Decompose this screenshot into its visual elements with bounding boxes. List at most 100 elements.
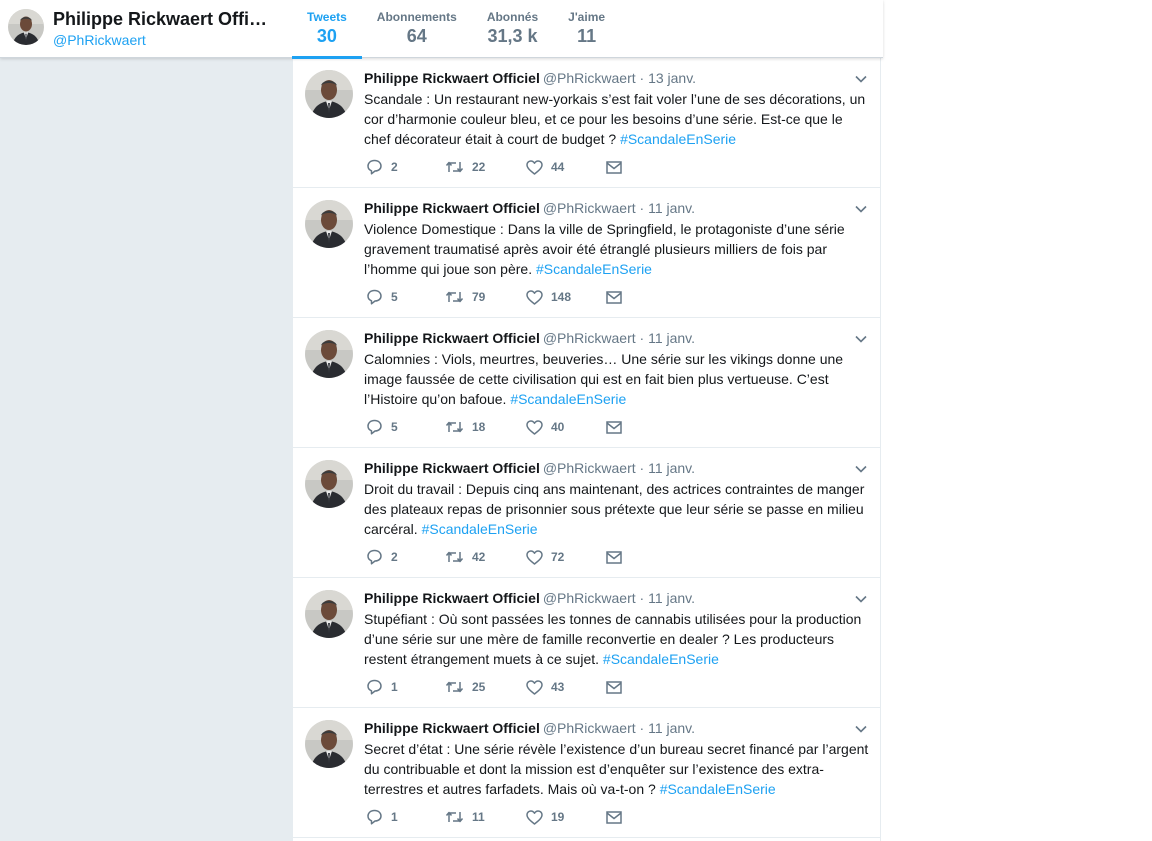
profile-summary[interactable]: Philippe Rickwaert Officiel @PhRickwaert xyxy=(8,9,268,49)
profile-header-bar: Philippe Rickwaert Officiel @PhRickwaert… xyxy=(0,0,883,59)
reply-count: 1 xyxy=(391,680,398,694)
like-count: 72 xyxy=(551,550,565,564)
like-button[interactable]: 72 xyxy=(526,549,606,565)
tweet-hashtag[interactable]: #ScandaleEnSerie xyxy=(603,651,719,667)
tweet-hashtag[interactable]: #ScandaleEnSerie xyxy=(620,131,736,147)
chevron-down-icon[interactable] xyxy=(854,462,868,476)
tweet-date[interactable]: 11 janv. xyxy=(648,460,695,476)
tweet-author-handle[interactable]: @PhRickwaert xyxy=(543,70,636,86)
tweet-author-handle[interactable]: @PhRickwaert xyxy=(543,720,636,736)
chevron-down-icon[interactable] xyxy=(854,72,868,86)
reply-button[interactable]: 2 xyxy=(366,159,445,175)
chevron-down-icon[interactable] xyxy=(854,332,868,346)
tweet[interactable]: Philippe Rickwaert Officiel @PhRickwaert … xyxy=(293,708,880,838)
tweet[interactable]: Philippe Rickwaert Officiel @PhRickwaert … xyxy=(293,188,880,318)
reply-button[interactable]: 5 xyxy=(366,419,445,435)
stat-following[interactable]: Abonnements 64 xyxy=(362,0,472,58)
stat-value: 64 xyxy=(406,26,427,46)
tweet-body: Secret d’état : Une série révèle l’exist… xyxy=(364,741,869,797)
stat-likes[interactable]: J'aime 11 xyxy=(553,0,620,58)
tweet-avatar[interactable] xyxy=(305,460,353,508)
like-button[interactable]: 19 xyxy=(526,809,606,825)
tweet-author-handle[interactable]: @PhRickwaert xyxy=(543,590,636,606)
tweet-text: Violence Domestique : Dans la ville de S… xyxy=(364,219,872,279)
like-button[interactable]: 43 xyxy=(526,679,606,695)
tweet-date[interactable]: 11 janv. xyxy=(648,720,695,736)
stat-tweets[interactable]: Tweets 30 xyxy=(292,0,362,59)
reply-count: 5 xyxy=(391,290,398,304)
tweet[interactable]: Philippe Rickwaert Officiel @PhRickwaert … xyxy=(293,578,880,708)
chevron-down-icon[interactable] xyxy=(854,202,868,216)
direct-message-button[interactable] xyxy=(606,550,622,564)
tweet-hashtag[interactable]: #ScandaleEnSerie xyxy=(422,521,538,537)
tweet[interactable]: Philippe Rickwaert Officiel @PhRickwaert … xyxy=(293,58,880,188)
retweet-button[interactable]: 11 xyxy=(445,810,526,824)
tweet-date[interactable]: 11 janv. xyxy=(648,590,695,606)
tweet-avatar[interactable] xyxy=(305,590,353,638)
tweet-avatar[interactable] xyxy=(305,70,353,118)
tweet-hashtag[interactable]: #ScandaleEnSerie xyxy=(536,261,652,277)
chevron-down-icon[interactable] xyxy=(854,592,868,606)
like-button[interactable]: 148 xyxy=(526,289,606,305)
direct-message-button[interactable] xyxy=(606,810,622,824)
tweet-hashtag[interactable]: #ScandaleEnSerie xyxy=(510,391,626,407)
tweet-author-handle[interactable]: @PhRickwaert xyxy=(543,330,636,346)
envelope-icon xyxy=(606,680,622,694)
retweet-icon xyxy=(445,680,464,694)
tweet-author-name[interactable]: Philippe Rickwaert Officiel xyxy=(364,720,540,736)
reply-count: 1 xyxy=(391,810,398,824)
retweet-button[interactable]: 79 xyxy=(445,290,526,304)
right-sidebar xyxy=(883,58,1152,841)
tweet-actions: 5 79 148 xyxy=(366,289,622,305)
stat-value: 11 xyxy=(577,26,597,46)
tweet-author-handle[interactable]: @PhRickwaert xyxy=(543,200,636,216)
tweet-author-name[interactable]: Philippe Rickwaert Officiel xyxy=(364,590,540,606)
profile-handle[interactable]: @PhRickwaert xyxy=(53,31,268,49)
tweet-hashtag[interactable]: #ScandaleEnSerie xyxy=(660,781,776,797)
tweet-timeline[interactable]: Philippe Rickwaert Officiel @PhRickwaert … xyxy=(292,58,881,841)
retweet-button[interactable]: 22 xyxy=(445,160,526,174)
retweet-count: 11 xyxy=(472,810,485,824)
retweet-button[interactable]: 42 xyxy=(445,550,526,564)
retweet-button[interactable]: 25 xyxy=(445,680,526,694)
stat-label: Abonnés xyxy=(486,10,539,24)
envelope-icon xyxy=(606,810,622,824)
tweet-text: Calomnies : Viols, meurtres, beuveries… … xyxy=(364,349,872,409)
tweet-author-name[interactable]: Philippe Rickwaert Officiel xyxy=(364,330,540,346)
tweet-author-handle[interactable]: @PhRickwaert xyxy=(543,460,636,476)
direct-message-button[interactable] xyxy=(606,420,622,434)
tweet-author-name[interactable]: Philippe Rickwaert Officiel xyxy=(364,460,540,476)
like-count: 44 xyxy=(551,160,565,174)
tweet-separator: · xyxy=(635,330,649,346)
retweet-icon xyxy=(445,290,464,304)
tweet-date[interactable]: 13 janv. xyxy=(648,70,696,86)
tweet-author-name[interactable]: Philippe Rickwaert Officiel xyxy=(364,70,540,86)
like-button[interactable]: 40 xyxy=(526,419,606,435)
direct-message-button[interactable] xyxy=(606,160,622,174)
reply-button[interactable]: 1 xyxy=(366,679,445,695)
reply-button[interactable]: 2 xyxy=(366,549,445,565)
like-count: 19 xyxy=(551,810,565,824)
tweet-avatar[interactable] xyxy=(305,330,353,378)
tweet-date[interactable]: 11 janv. xyxy=(648,330,695,346)
like-button[interactable]: 44 xyxy=(526,159,606,175)
direct-message-button[interactable] xyxy=(606,680,622,694)
tweet-date[interactable]: 11 janv. xyxy=(648,200,695,216)
retweet-icon xyxy=(445,810,464,824)
profile-avatar[interactable] xyxy=(8,9,44,45)
reply-button[interactable]: 5 xyxy=(366,289,445,305)
tweet-actions: 2 22 44 xyxy=(366,159,622,175)
reply-button[interactable]: 1 xyxy=(366,809,445,825)
tweet-author-name[interactable]: Philippe Rickwaert Officiel xyxy=(364,200,540,216)
chevron-down-icon[interactable] xyxy=(854,722,868,736)
tweet-text: Scandale : Un restaurant new-yorkais s’e… xyxy=(364,89,872,149)
tweet[interactable]: Philippe Rickwaert Officiel @PhRickwaert … xyxy=(293,318,880,448)
profile-stats-nav: Tweets 30 Abonnements 64 Abonnés 31,3 k … xyxy=(292,0,620,59)
tweet[interactable]: Philippe Rickwaert Officiel @PhRickwaert … xyxy=(293,448,880,578)
stat-followers[interactable]: Abonnés 31,3 k xyxy=(472,0,553,58)
tweet-avatar[interactable] xyxy=(305,720,353,768)
retweet-button[interactable]: 18 xyxy=(445,420,526,434)
direct-message-button[interactable] xyxy=(606,290,622,304)
profile-name[interactable]: Philippe Rickwaert Officiel xyxy=(53,9,268,29)
tweet-avatar[interactable] xyxy=(305,200,353,248)
